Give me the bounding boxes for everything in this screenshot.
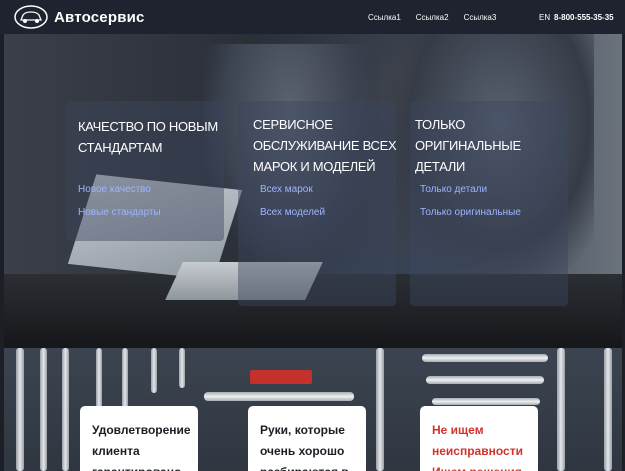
nav-link-1[interactable]: Ссылка1 <box>368 13 401 22</box>
tool-wrench-decor <box>122 348 128 408</box>
tool-wrench-decor <box>151 348 157 393</box>
link-all-models[interactable]: Всех моделей <box>260 207 325 218</box>
hero-card-quality-title: КАЧЕСТВО ПО НОВЫМ СТАНДАРТАМ <box>78 116 228 158</box>
tool-wrench-decor <box>422 354 548 362</box>
feature-text: Удовлетворение клиента гарантировано <box>92 420 192 471</box>
nav-link-3[interactable]: Ссылка3 <box>464 13 497 22</box>
title-line: СЕРВИСНОЕ <box>253 117 333 132</box>
tool-wrench-decor <box>96 348 102 408</box>
title-line: ТОЛЬКО ОРИГИНАЛЬНЫЕ <box>415 117 521 153</box>
site-header: Автосервис Ссылка1 Ссылка2 Ссылка3 EN 8-… <box>0 0 625 34</box>
title-line: СТАНДАРТАМ <box>78 140 163 155</box>
feature-card-skilled-hands: Руки, которые очень хорошо разбираются в <box>248 406 366 471</box>
link-all-brands[interactable]: Всех марок <box>260 184 313 195</box>
title-line: ДЕТАЛИ <box>415 159 466 174</box>
link-only-original[interactable]: Только оригинальные <box>420 207 521 218</box>
features-section: Удовлетворение клиента гарантировано Рук… <box>4 348 622 471</box>
feature-line: Удовлетворение <box>92 423 191 437</box>
tool-wrench-decor <box>376 348 384 471</box>
feature-card-solutions: Не ищем неисправности Ищем решения <box>420 406 538 471</box>
tool-wrench-decor <box>432 398 540 405</box>
hero-section: КАЧЕСТВО ПО НОВЫМ СТАНДАРТАМ Новое качес… <box>4 34 622 348</box>
hero-card-service-title: СЕРВИСНОЕ ОБСЛУЖИВАНИЕ ВСЕХ МАРОК И МОДЕ… <box>253 114 398 177</box>
title-line: КАЧЕСТВО ПО НОВЫМ <box>78 119 218 134</box>
feature-line: гарантировано <box>92 462 192 471</box>
tool-wrench-decor <box>557 348 565 471</box>
nav-link-2[interactable]: Ссылка2 <box>416 13 449 22</box>
hero-card-parts-title: ТОЛЬКО ОРИГИНАЛЬНЫЕ ДЕТАЛИ <box>415 114 565 177</box>
phone-number[interactable]: 8-800-555-35-35 <box>554 0 614 34</box>
car-logo-icon <box>14 5 48 29</box>
language-switch[interactable]: EN <box>539 0 550 34</box>
brand-name: Автосервис <box>54 8 145 26</box>
feature-text: Руки, которые очень хорошо разбираются в <box>260 420 360 471</box>
feature-line: неисправности <box>432 444 523 458</box>
main-nav: Ссылка1 Ссылка2 Ссылка3 <box>368 0 496 34</box>
tool-wrench-decor <box>62 348 69 471</box>
feature-line: разбираются в <box>260 462 360 471</box>
feature-line: клиента <box>92 444 140 458</box>
tool-wrench-decor <box>204 392 354 401</box>
feature-line: Ищем решения <box>432 462 532 471</box>
feature-line: очень хорошо <box>260 444 345 458</box>
feature-card-satisfaction: Удовлетворение клиента гарантировано <box>80 406 198 471</box>
tool-wrench-decor <box>426 376 544 384</box>
feature-line: Руки, которые <box>260 423 345 437</box>
title-line: ОБСЛУЖИВАНИЕ ВСЕХ <box>253 138 397 153</box>
feature-text: Не ищем неисправности Ищем решения <box>432 420 532 471</box>
link-new-standards[interactable]: Новые стандарты <box>78 207 161 218</box>
title-line: МАРОК И МОДЕЛЕЙ <box>253 159 376 174</box>
tool-bit-holder-decor <box>250 370 312 384</box>
tool-wrench-decor <box>40 348 47 471</box>
link-only-parts[interactable]: Только детали <box>420 184 487 195</box>
feature-line: Не ищем <box>432 423 484 437</box>
tool-wrench-decor <box>179 348 185 388</box>
tool-wrench-decor <box>16 348 24 471</box>
logo[interactable]: Автосервис <box>14 5 145 29</box>
link-new-quality[interactable]: Новое качество <box>78 184 151 195</box>
tool-wrench-decor <box>604 348 612 471</box>
